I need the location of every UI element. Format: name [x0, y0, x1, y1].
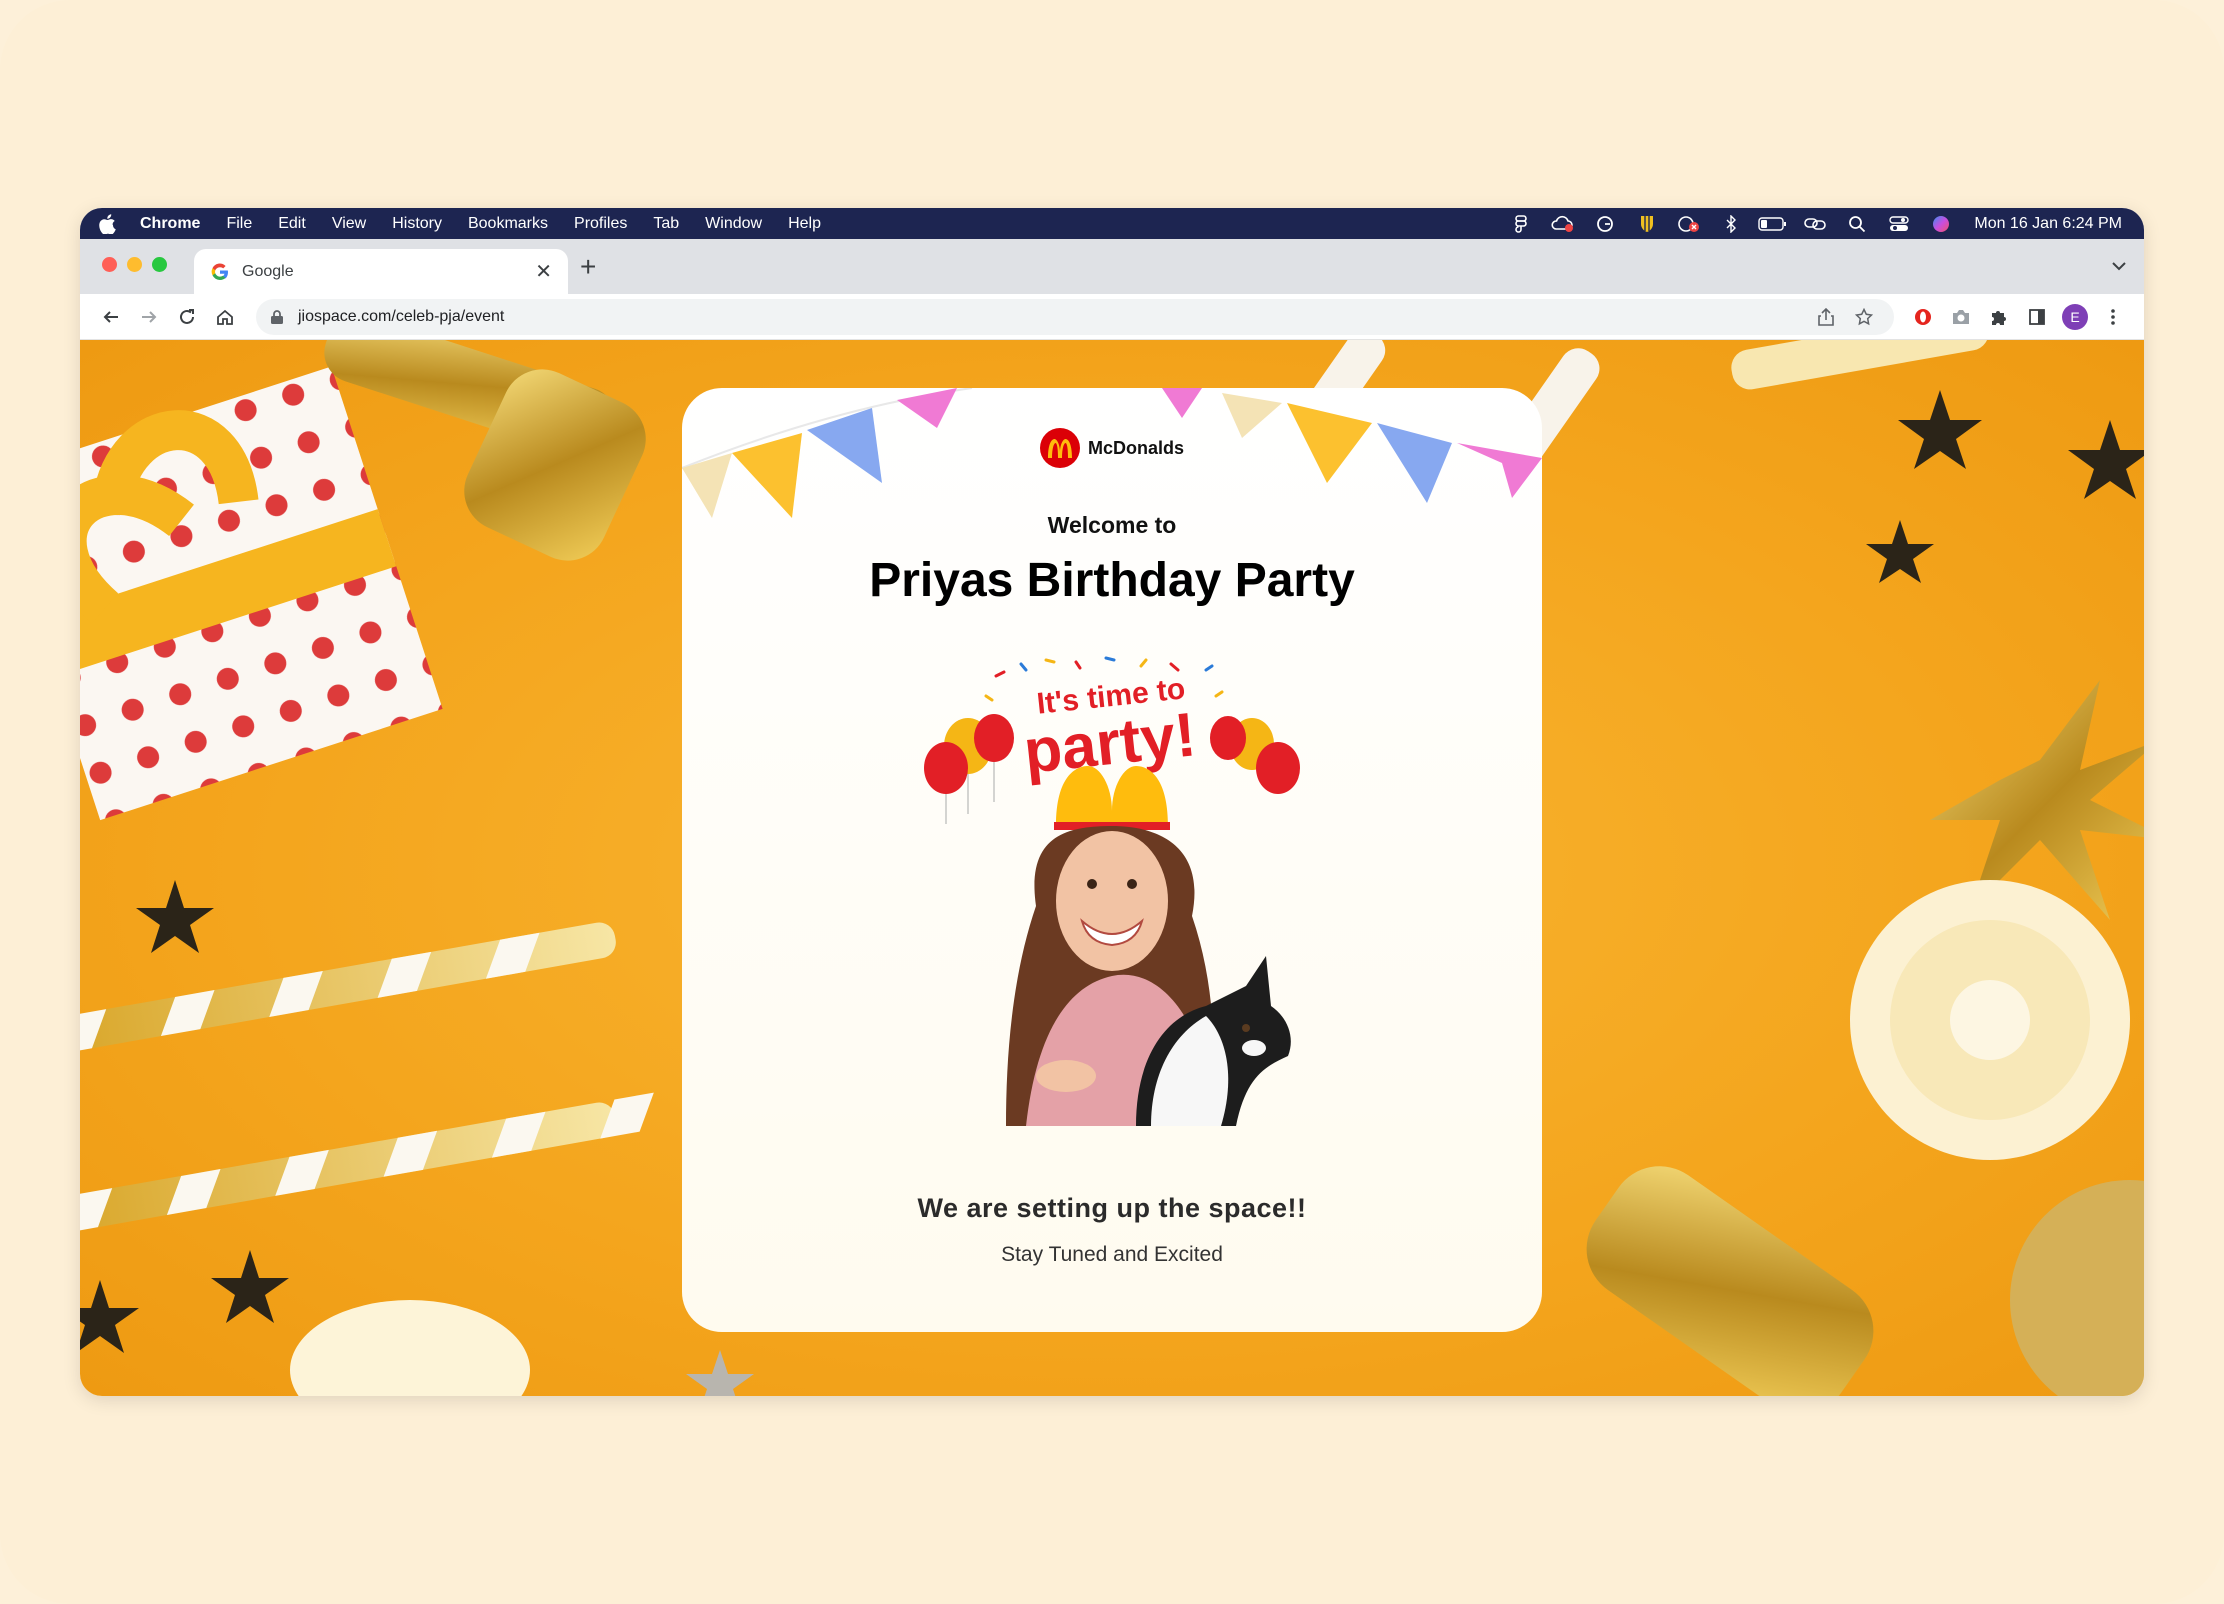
- tab-title: Google: [242, 262, 294, 280]
- menu-window[interactable]: Window: [705, 215, 762, 233]
- profile-button[interactable]: E: [2056, 298, 2094, 336]
- vpn-icon[interactable]: [1674, 214, 1704, 234]
- maximize-window-button[interactable]: [152, 257, 167, 272]
- browser-window: Chrome File Edit View History Bookmarks …: [80, 208, 2144, 1396]
- kebab-menu-icon[interactable]: [2094, 298, 2132, 336]
- menu-help[interactable]: Help: [788, 215, 821, 233]
- menu-profiles[interactable]: Profiles: [574, 215, 627, 233]
- spotlight-search-icon[interactable]: [1842, 214, 1872, 234]
- menu-app-name[interactable]: Chrome: [140, 215, 200, 233]
- apple-icon[interactable]: [98, 213, 120, 234]
- bookmark-star-icon[interactable]: [1848, 301, 1880, 333]
- mac-menubar: Chrome File Edit View History Bookmarks …: [80, 208, 2144, 239]
- menubar-clock[interactable]: Mon 16 Jan 6:24 PM: [1974, 215, 2122, 233]
- reload-icon: [180, 308, 194, 324]
- camera-extension-icon[interactable]: [1942, 298, 1980, 336]
- reload-button[interactable]: [168, 298, 206, 336]
- party-illustration-graphic: It's time to party!: [924, 656, 1300, 1126]
- extensions-puzzle-icon[interactable]: [1980, 298, 2018, 336]
- event-card: McDonalds Welcome to Priyas Birthday Par…: [682, 388, 1542, 1332]
- menu-tab[interactable]: Tab: [653, 215, 679, 233]
- home-button[interactable]: [206, 298, 244, 336]
- balloons-left: [924, 714, 1014, 824]
- mcdonalds-logo: [1039, 428, 1080, 468]
- balloons-right: [1210, 716, 1300, 794]
- arrow-left-icon: [103, 310, 118, 323]
- figma-icon[interactable]: [1506, 214, 1536, 234]
- back-button[interactable]: [92, 298, 130, 336]
- tab-strip: Google ✕ +: [80, 239, 2144, 294]
- home-icon: [217, 309, 233, 325]
- browser-toolbar: jiospace.com/celeb-pja/event E: [80, 294, 2144, 340]
- opera-extension-icon[interactable]: [1904, 298, 1942, 336]
- google-icon: [211, 262, 228, 280]
- window-controls: [102, 257, 167, 272]
- share-icon[interactable]: [1810, 301, 1842, 333]
- forward-button[interactable]: [130, 298, 168, 336]
- profile-avatar: E: [2062, 303, 2088, 330]
- menu-edit[interactable]: Edit: [278, 215, 306, 233]
- address-bar[interactable]: jiospace.com/celeb-pja/event: [256, 298, 1894, 335]
- event-title: Priyas Birthday Party: [869, 554, 1355, 607]
- brand-name: McDonalds: [1087, 437, 1184, 458]
- link-icon[interactable]: [1800, 214, 1830, 234]
- new-tab-button[interactable]: +: [580, 251, 596, 283]
- menu-view[interactable]: View: [332, 215, 366, 233]
- arrow-right-icon: [142, 310, 157, 323]
- menu-history[interactable]: History: [392, 215, 442, 233]
- grammarly-icon[interactable]: [1590, 214, 1620, 234]
- side-panel-icon[interactable]: [2018, 298, 2056, 336]
- siri-icon[interactable]: [1926, 214, 1956, 234]
- status-message-title: We are setting up the space!!: [917, 1193, 1307, 1223]
- menu-file[interactable]: File: [226, 215, 252, 233]
- minimize-window-button[interactable]: [127, 257, 142, 272]
- control-center-icon[interactable]: [1884, 214, 1914, 234]
- party-illustration: It's time to party!: [916, 656, 1308, 1126]
- tab-google[interactable]: Google ✕: [194, 249, 568, 294]
- brand-header: McDonalds: [682, 428, 1542, 468]
- chevron-down-icon[interactable]: [2108, 255, 2130, 277]
- battery-icon[interactable]: [1758, 214, 1788, 234]
- close-window-button[interactable]: [102, 257, 117, 272]
- tab-close-icon[interactable]: ✕: [535, 259, 552, 284]
- lock-icon[interactable]: [270, 309, 284, 325]
- welcome-text: Welcome to: [1047, 512, 1177, 538]
- page-viewport: McDonalds Welcome to Priyas Birthday Par…: [80, 340, 2144, 1396]
- status-message-subtitle: Stay Tuned and Excited: [1001, 1243, 1223, 1266]
- bluetooth-icon[interactable]: [1716, 214, 1746, 234]
- url-text[interactable]: jiospace.com/celeb-pja/event: [298, 308, 1804, 326]
- cloud-sync-icon[interactable]: [1548, 214, 1578, 234]
- menu-bookmarks[interactable]: Bookmarks: [468, 215, 548, 233]
- shield-icon[interactable]: [1632, 214, 1662, 234]
